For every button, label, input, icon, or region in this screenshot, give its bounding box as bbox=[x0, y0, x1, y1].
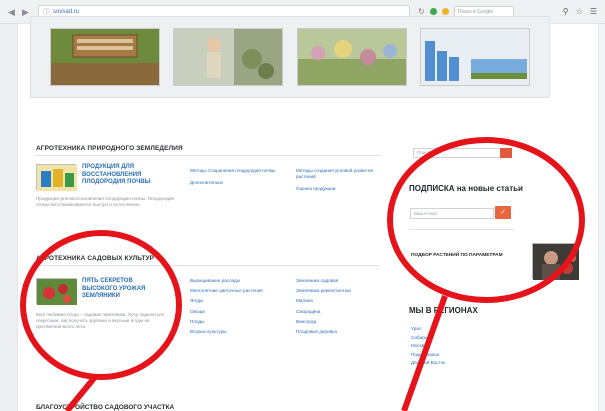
pin-icon[interactable]: ⚲ bbox=[563, 7, 569, 16]
category-link[interactable]: Земляника ремонтантная bbox=[296, 288, 351, 294]
category-link[interactable]: Многолетние цветочные растения bbox=[190, 288, 263, 294]
category-link[interactable]: Ягоды bbox=[190, 298, 263, 304]
browser-tools: ⚲ ☆ ☰ bbox=[563, 7, 597, 16]
banner-thumb-greenhouse-fence[interactable] bbox=[420, 28, 531, 86]
article-soil-fertility[interactable]: ПРОДУКЦИЯ ДЛЯ ВОССТАНОВЛЕНИЯ ПЛОДОРОДИЯ … bbox=[36, 164, 154, 191]
strawberry-image bbox=[37, 279, 77, 305]
category-link[interactable]: Земляника садовая bbox=[296, 278, 351, 284]
links-column-crops-1: Выращивание рассады Многолетние цветочны… bbox=[190, 278, 263, 335]
garden-bed-image bbox=[50, 29, 159, 85]
article-thumb-soil-products[interactable] bbox=[36, 164, 77, 191]
region-link[interactable]: Сибирь bbox=[411, 334, 445, 343]
star-icon[interactable]: ☆ bbox=[576, 7, 583, 16]
category-link[interactable]: Овощи bbox=[190, 309, 263, 315]
refresh-icon[interactable]: ↻ bbox=[418, 7, 425, 16]
category-link[interactable]: Методы создания условий развития растени… bbox=[296, 168, 384, 180]
region-link[interactable]: Подмосковье bbox=[411, 351, 445, 360]
section-divider bbox=[36, 265, 380, 266]
article-title[interactable]: ПРОДУКЦИЯ ДЛЯ ВОССТАНОВЛЕНИЯ ПЛОДОРОДИЯ … bbox=[82, 164, 154, 190]
category-link[interactable]: Виноград bbox=[296, 319, 351, 325]
category-link[interactable]: Вторые культуры bbox=[190, 329, 263, 335]
browser-nav: ◀ ▶ bbox=[8, 7, 30, 16]
section-divider bbox=[36, 155, 380, 156]
plant-selection-link[interactable]: ПОДБОР РАСТЕНИЙ ПО ПАРАМЕТРАМ bbox=[411, 253, 503, 258]
sidebar-search-button[interactable] bbox=[500, 148, 512, 158]
article-description: Моя любимая ягода – садовая земляника. Х… bbox=[36, 312, 164, 329]
sidebar-divider bbox=[409, 229, 514, 230]
banner-thumb-flower-bed[interactable] bbox=[296, 28, 407, 86]
banner-thumb-garden-bed[interactable] bbox=[49, 28, 160, 86]
address-text: sovsad.ru bbox=[53, 8, 80, 15]
banner-thumb-woman-gardening[interactable] bbox=[173, 28, 284, 86]
category-link[interactable]: Плодовые деревья bbox=[296, 329, 351, 335]
window-left-edge bbox=[0, 24, 18, 411]
greenhouse-fence-image bbox=[421, 29, 530, 85]
screenshot: ◀ ▶ ⓘ sovsad.ru ↻ Поиск в Google ⚲ ☆ ☰ А… bbox=[0, 0, 605, 411]
links-column-crops-2: Земляника садовая Земляника ремонтантная… bbox=[296, 278, 351, 335]
category-link[interactable]: Плоды bbox=[190, 319, 263, 325]
plant-selection-photo bbox=[533, 244, 579, 280]
back-icon[interactable]: ◀ bbox=[8, 7, 16, 16]
regions-title: МЫ В РЕГИОНАХ bbox=[409, 306, 478, 315]
sidebar-search-input[interactable]: Поиск... bbox=[413, 148, 511, 158]
category-link[interactable]: Малина bbox=[296, 298, 351, 304]
links-column-natural-1: Методы Сохранения плодородия почвы Допол… bbox=[190, 168, 275, 186]
region-link[interactable]: Москва bbox=[411, 342, 445, 351]
woman-gardening-image bbox=[174, 29, 283, 85]
header-banner bbox=[30, 16, 550, 98]
article-title[interactable]: ПЯТЬ СЕКРЕТОВ ВЫСОКОГО УРОЖАЯ ЗЕМЛЯНИКИ bbox=[82, 278, 154, 304]
subscribe-email-input[interactable]: Ваш e-mail bbox=[410, 208, 494, 219]
article-description: Продукция для восстановления плодородия … bbox=[36, 196, 175, 207]
category-link[interactable]: Оценка продукции bbox=[296, 186, 384, 192]
links-column-natural-2: Методы создания условий развития растени… bbox=[296, 168, 384, 193]
yellow-extension-icon[interactable] bbox=[441, 8, 449, 15]
section-title-natural-farming: АГРОТЕХНИКА ПРИРОДНОГО ЗЕМЛЕДЕЛИЯ bbox=[36, 145, 183, 152]
menu-icon[interactable]: ☰ bbox=[590, 7, 597, 16]
regions-list: Урал Сибирь Москва Подмосковье Дальний В… bbox=[411, 325, 445, 368]
article-strawberry[interactable]: ПЯТЬ СЕКРЕТОВ ВЫСОКОГО УРОЖАЯ ЗЕМЛЯНИКИ bbox=[36, 278, 154, 305]
category-link[interactable]: Выращивание рассады bbox=[190, 278, 263, 284]
subscribe-button[interactable]: ✓ bbox=[495, 206, 511, 219]
plant-selection-image[interactable] bbox=[532, 243, 579, 280]
page-info-icon[interactable]: ⓘ bbox=[43, 7, 50, 17]
region-link[interactable]: Урал bbox=[411, 325, 445, 334]
region-link[interactable]: Дальний Восток bbox=[411, 359, 445, 368]
category-link[interactable]: Методы Сохранения плодородия почвы bbox=[190, 168, 275, 174]
article-thumb-strawberry[interactable] bbox=[36, 278, 77, 305]
section-title-garden-crops: АГРОТЕХНИКА САДОВЫХ КУЛЬТУР bbox=[36, 255, 155, 262]
category-link[interactable]: Смородина bbox=[296, 309, 351, 315]
subscribe-title: ПОДПИСКА на новые статьи bbox=[409, 184, 523, 193]
category-link[interactable]: Дополнительно bbox=[190, 180, 275, 186]
green-extension-icon[interactable] bbox=[429, 8, 437, 15]
section-title-garden-landscaping: БЛАГОУСТРОЙСТВО САДОВОГО УЧАСТКА bbox=[36, 404, 175, 411]
soil-products-image bbox=[37, 165, 77, 191]
flower-bed-image bbox=[297, 29, 406, 85]
forward-icon[interactable]: ▶ bbox=[22, 7, 30, 16]
